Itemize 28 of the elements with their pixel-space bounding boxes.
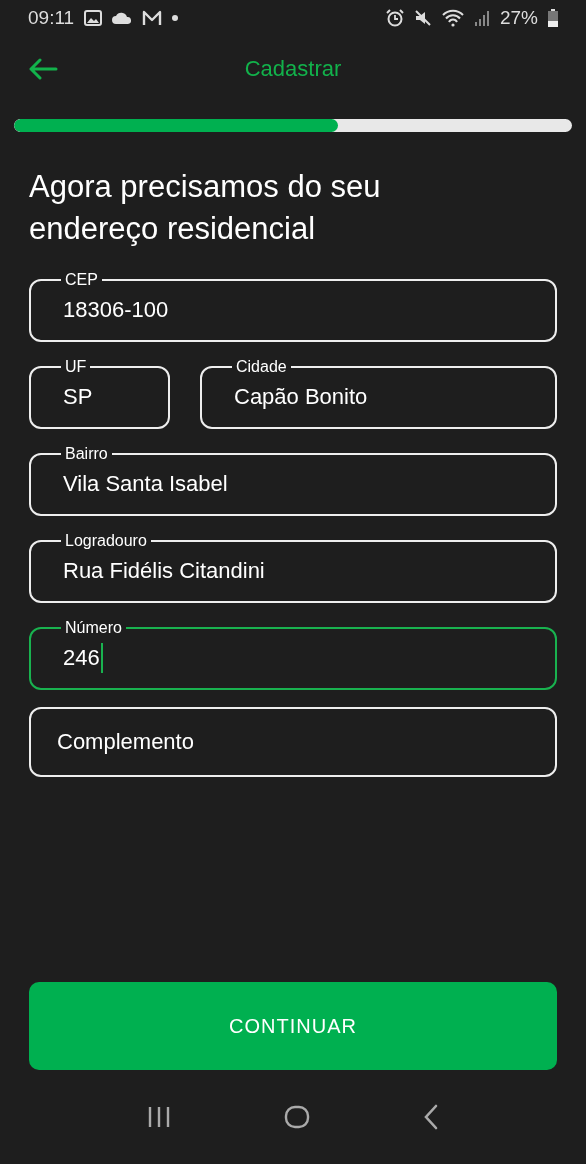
recent-apps-icon — [146, 1106, 171, 1128]
back-icon — [423, 1104, 440, 1130]
text-field[interactable]: Logradouro Rua Fidélis Citandini — [29, 533, 557, 603]
page-heading: Agora precisamos do seu endereço residencial — [29, 168, 382, 248]
signal-icon — [473, 10, 490, 26]
alarm-icon — [385, 9, 404, 27]
home-icon — [284, 1105, 310, 1129]
text-field[interactable]: UF SP — [29, 359, 170, 429]
mute-icon — [413, 9, 432, 27]
cloud-icon — [112, 11, 133, 25]
text-field[interactable]: CEP 18306-100 — [29, 272, 557, 342]
battery-percentage: 27% — [499, 7, 538, 29]
image-icon — [84, 10, 103, 26]
battery-icon — [548, 9, 558, 27]
text-field[interactable]: Número 246 — [29, 620, 557, 690]
dot-icon — [172, 15, 179, 21]
text-field[interactable]: Complemento — [29, 707, 557, 777]
back-arrow-icon — [28, 58, 58, 80]
back-nav-button[interactable] — [423, 1104, 440, 1130]
wifi-icon — [441, 9, 464, 27]
text-field[interactable]: Cidade Capão Bonito — [200, 359, 557, 429]
home-button[interactable] — [284, 1105, 310, 1129]
mail-icon — [142, 10, 163, 26]
text-field[interactable]: Bairro Vila Santa Isabel — [29, 446, 557, 516]
screen-title: Cadastrar — [243, 56, 343, 82]
recent-apps-button[interactable] — [146, 1106, 171, 1128]
clock-time: 09:11 — [28, 7, 75, 29]
back-button[interactable] — [28, 58, 58, 80]
